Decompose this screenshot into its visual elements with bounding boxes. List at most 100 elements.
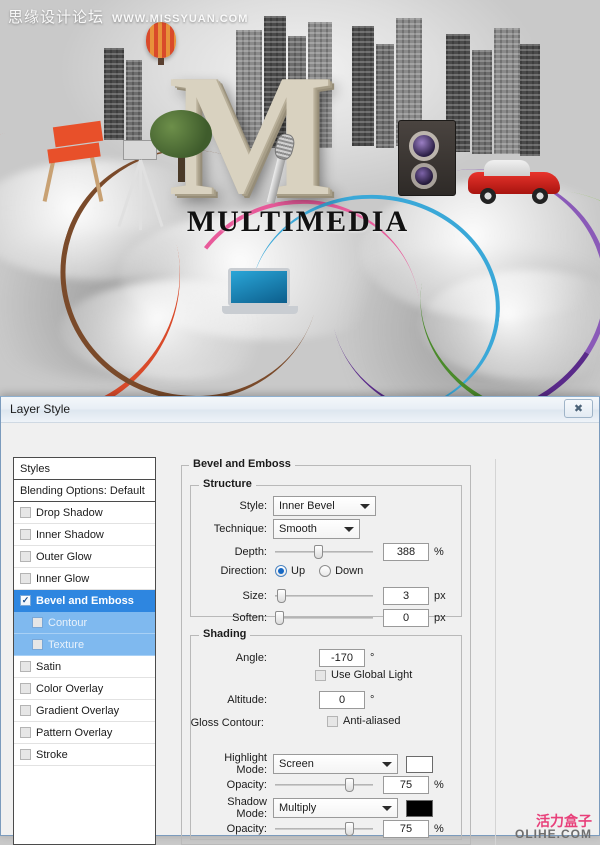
checkbox-stroke[interactable] [20,749,31,760]
car-wheel [480,188,496,204]
shadow-mode-row: Shadow Mode: Multiply [194,796,433,820]
soften-slider[interactable] [275,611,373,625]
styles-list-header[interactable]: Styles [14,458,155,480]
artwork-caption: MULTIMEDIA [186,205,410,238]
sidebar-item-satin[interactable]: Satin [14,656,155,678]
shadow-opacity-slider[interactable] [275,822,373,836]
highlight-opacity-input[interactable]: 75 [383,776,429,794]
watermark-bottom-en: OLIHE.COM [515,827,592,842]
sidebar-item-label: Satin [36,660,62,673]
sidebar-item-label: Inner Glow [36,572,90,585]
checkbox-gradient-overlay[interactable] [20,705,31,716]
watermark-top: 思缘设计论坛 WWW.MISSYUAN.COM [8,6,248,27]
sidebar-item-outer-glow[interactable]: Outer Glow [14,546,155,568]
checkbox-bevel-and-emboss[interactable]: ✓ [20,595,31,606]
close-icon[interactable]: ✖ [564,399,593,418]
direction-down-option[interactable]: Down [319,565,377,577]
sidebar-item-gradient-overlay[interactable]: Gradient Overlay [14,700,155,722]
sidebar-item-pattern-overlay[interactable]: Pattern Overlay [14,722,155,744]
building-silhouette [494,28,520,154]
checkbox-inner-glow[interactable] [20,573,31,584]
building-silhouette [520,44,540,156]
sidebar-item-inner-shadow[interactable]: Inner Shadow [14,524,155,546]
sidebar-item-blending-options[interactable]: Blending Options: Default [14,480,155,502]
anti-aliased-row[interactable]: Anti-aliased [327,715,400,727]
styles-header-label: Styles [20,462,50,475]
highlight-color-swatch[interactable] [406,755,433,773]
styles-list[interactable]: Styles Blending Options: Default Drop Sh… [13,457,156,845]
shadow-opacity-label: Opacity: [226,823,267,835]
building-silhouette [376,44,394,148]
watermark-top-en: WWW.MISSYUAN.COM [112,13,249,25]
checkbox-contour[interactable] [32,617,43,628]
highlight-opacity-slider[interactable] [275,778,373,792]
slider-thumb[interactable] [276,589,286,603]
slider-thumb[interactable] [275,611,284,625]
technique-value: Smooth [279,523,317,535]
technique-label: Technique: [213,523,267,535]
depth-slider[interactable] [275,545,373,559]
size-unit: px [434,590,446,602]
shadow-color-swatch[interactable] [406,799,433,817]
depth-label: Depth: [234,546,267,558]
watermark-top-cn: 思缘设计论坛 [8,9,105,26]
structure-legend: Structure [199,478,256,490]
size-slider[interactable] [275,589,373,603]
shadow-opacity-row: Opacity: 75 % [197,820,444,838]
direction-label: Direction: [220,565,267,577]
blending-options-label: Blending Options: Default [20,484,145,497]
highlight-mode-select[interactable]: Screen [273,754,398,774]
depth-input[interactable]: 388 [383,543,429,561]
technique-row: Technique: Smooth [197,519,360,539]
checkbox-anti-aliased[interactable] [327,715,338,727]
car-roof [484,160,530,176]
sidebar-item-stroke[interactable]: Stroke [14,744,155,766]
sidebar-item-drop-shadow[interactable]: Drop Shadow [14,502,155,524]
style-select[interactable]: Inner Bevel [273,496,376,516]
sidebar-item-inner-glow[interactable]: Inner Glow [14,568,155,590]
sidebar-item-label: Contour [48,616,88,629]
checkbox-use-global-light[interactable] [315,669,326,681]
shadow-mode-select[interactable]: Multiply [273,798,398,818]
slider-track [275,595,373,597]
depth-row: Depth: 388 % [197,543,444,561]
radio-down[interactable] [319,565,332,577]
size-row: Size: 3 px [197,587,446,605]
slider-track [275,828,373,830]
use-global-light-row[interactable]: Use Global Light [315,669,412,681]
size-input[interactable]: 3 [383,587,429,605]
hot-air-balloon [146,22,176,65]
sidebar-item-label: Pattern Overlay [36,726,113,739]
vintage-camera [398,120,456,196]
altitude-label: Altitude: [227,694,267,706]
direction-up-option[interactable]: Up [275,565,319,577]
checkbox-drop-shadow[interactable] [20,507,31,518]
sidebar-item-label: Inner Shadow [36,528,104,541]
tree-crown [150,110,212,158]
sidebar-item-bevel-and-emboss[interactable]: ✓ Bevel and Emboss [14,590,155,612]
checkbox-pattern-overlay[interactable] [20,727,31,738]
sidebar-item-texture[interactable]: Texture [14,634,155,656]
angle-input[interactable]: -170 [319,649,365,667]
soften-input[interactable]: 0 [383,609,429,627]
slider-thumb[interactable] [344,822,354,836]
checkbox-outer-glow[interactable] [20,551,31,562]
slider-thumb[interactable] [344,778,354,792]
building-silhouette [126,60,142,140]
highlight-mode-row: Highlight Mode: Screen [194,752,433,776]
sidebar-item-color-overlay[interactable]: Color Overlay [14,678,155,700]
tripod-leg [139,160,142,230]
shadow-opacity-input[interactable]: 75 [383,820,429,838]
altitude-unit: ° [370,694,375,706]
technique-select[interactable]: Smooth [273,519,360,539]
angle-unit: ° [370,652,375,664]
checkbox-texture[interactable] [32,639,43,650]
checkbox-satin[interactable] [20,661,31,672]
slider-thumb[interactable] [314,545,324,559]
radio-up[interactable] [275,565,287,577]
style-value: Inner Bevel [279,500,335,512]
sidebar-item-contour[interactable]: Contour [14,612,155,634]
checkbox-inner-shadow[interactable] [20,529,31,540]
altitude-input[interactable]: 0 [319,691,365,709]
checkbox-color-overlay[interactable] [20,683,31,694]
